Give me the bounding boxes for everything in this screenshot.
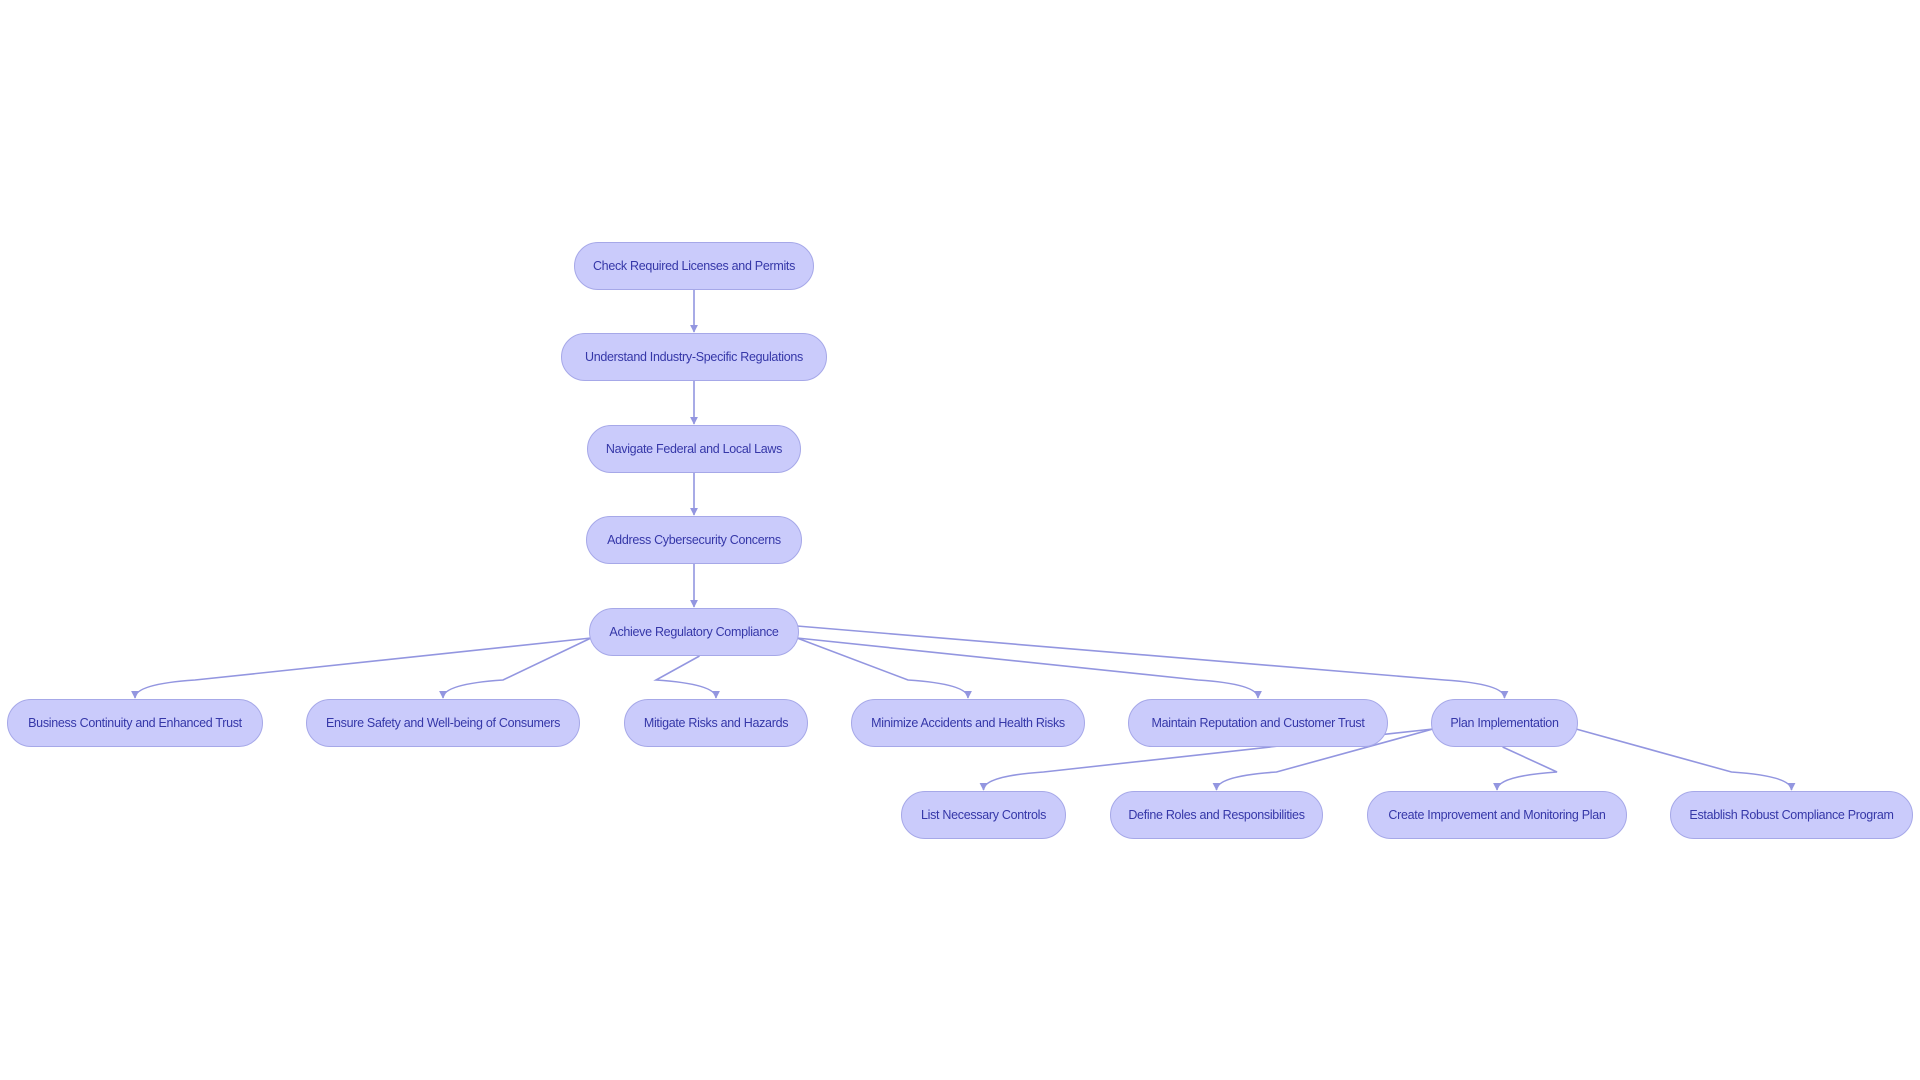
node-plan-implementation[interactable]: Plan Implementation [1431,699,1578,747]
edges-layer [131,290,1796,791]
node-minimize-accidents-and-health-risks[interactable]: Minimize Accidents and Health Risks [851,699,1085,747]
node-maintain-reputation-and-customer-trust[interactable]: Maintain Reputation and Customer Trust [1128,699,1388,747]
node-understand-industry-specific-regulations[interactable]: Understand Industry-Specific Regulations [561,333,827,381]
edge-n5-to-n11 [796,625,1509,699]
node-define-roles-and-responsibilities[interactable]: Define Roles and Responsibilities [1110,791,1323,839]
node-address-cybersecurity-concerns[interactable]: Address Cybersecurity Concerns [586,516,802,564]
node-mitigate-risks-and-hazards[interactable]: Mitigate Risks and Hazards [624,699,808,747]
node-navigate-federal-and-local-laws[interactable]: Navigate Federal and Local Laws [587,425,801,473]
node-ensure-safety-and-well-being-of-consumers[interactable]: Ensure Safety and Well-being of Consumer… [306,699,580,747]
edge-n11-to-n15 [1575,728,1796,791]
flowchart-canvas: Check Required Licenses and Permits Unde… [0,0,1920,1080]
edge-n5-to-n8 [653,655,720,699]
edge-n5-to-n10 [796,637,1262,699]
node-create-improvement-and-monitoring-plan[interactable]: Create Improvement and Monitoring Plan [1367,791,1627,839]
node-list-necessary-controls[interactable]: List Necessary Controls [901,791,1066,839]
node-business-continuity-and-enhanced-trust[interactable]: Business Continuity and Enhanced Trust [7,699,263,747]
node-check-required-licenses-and-permits[interactable]: Check Required Licenses and Permits [574,242,814,290]
edge-n11-to-n14 [1493,746,1558,791]
edge-n5-to-n6 [131,637,592,699]
node-establish-robust-compliance-program[interactable]: Establish Robust Compliance Program [1670,791,1913,839]
node-achieve-regulatory-compliance[interactable]: Achieve Regulatory Compliance [589,608,799,656]
edge-n5-to-n7 [439,637,592,699]
